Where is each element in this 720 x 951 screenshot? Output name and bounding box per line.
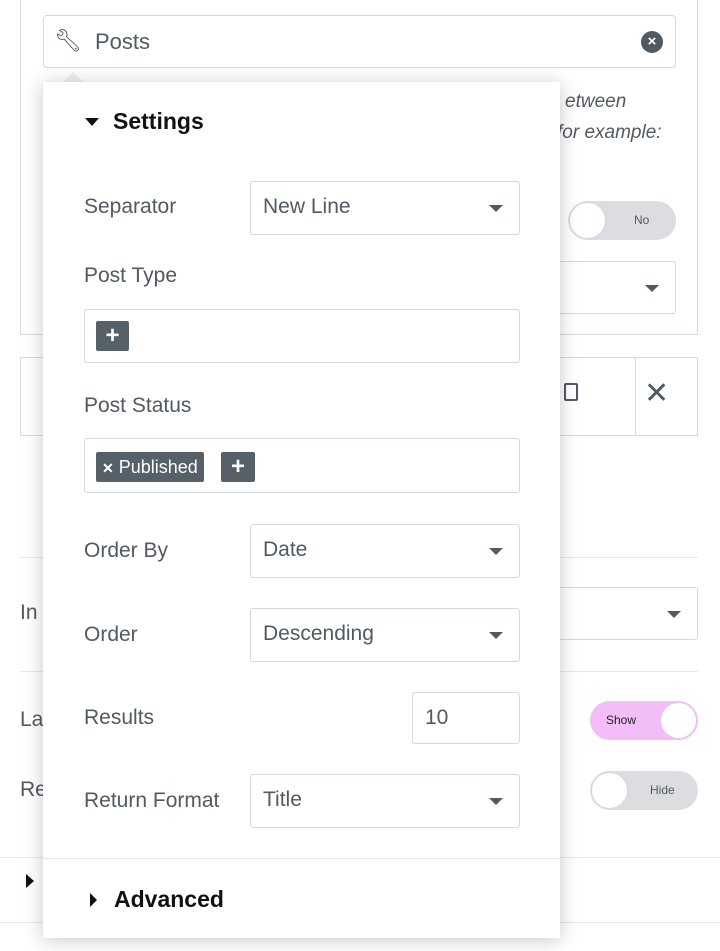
source-field-value: Posts: [95, 29, 151, 54]
order-select[interactable]: Descending: [250, 608, 520, 662]
separator-select[interactable]: New Line: [250, 181, 520, 235]
background-select[interactable]: [540, 261, 676, 314]
separator-label: Separator: [84, 195, 177, 218]
toggle-no[interactable]: No: [568, 201, 676, 240]
close-icon[interactable]: ✕: [644, 376, 669, 411]
description-fragment: for example:: [557, 122, 662, 143]
clear-circle-icon[interactable]: ×: [641, 31, 663, 53]
settings-popover: Settings Separator New Line Post Type + …: [43, 82, 560, 938]
toggle-show[interactable]: Show: [590, 701, 698, 740]
label-la: La: [20, 708, 44, 731]
caret-right-icon: [90, 892, 97, 907]
post-status-label: Post Status: [84, 394, 192, 417]
duplicate-icon[interactable]: [564, 383, 578, 401]
divider: [635, 358, 636, 435]
remove-tag-icon[interactable]: ✕︎: [102, 460, 114, 476]
toggle-hide[interactable]: Hide: [590, 771, 698, 810]
add-post-type-button[interactable]: +: [96, 321, 129, 351]
advanced-section-toggle[interactable]: Advanced: [90, 886, 224, 913]
expand-caret-icon[interactable]: [26, 874, 34, 888]
label-in: In: [20, 601, 38, 624]
order-by-label: Order By: [84, 539, 169, 562]
return-format-label: Return Format: [84, 789, 220, 812]
wrench-icon: 🔧︎: [54, 28, 82, 53]
results-input[interactable]: 10: [412, 692, 520, 744]
order-by-select[interactable]: Date: [250, 524, 520, 578]
post-type-field[interactable]: +: [84, 309, 520, 363]
post-type-label: Post Type: [84, 264, 178, 287]
order-label: Order: [84, 623, 138, 646]
return-format-select[interactable]: Title: [250, 774, 520, 828]
add-post-status-button[interactable]: +: [221, 452, 255, 482]
popup-arrow: [63, 72, 83, 82]
source-field[interactable]: 🔧︎ Posts ×: [43, 15, 676, 68]
post-status-field[interactable]: ✕︎ Published +: [84, 438, 520, 493]
caret-down-icon: [85, 117, 99, 126]
divider: [43, 858, 560, 859]
settings-section-toggle[interactable]: Settings: [85, 108, 204, 135]
input-select[interactable]: [540, 587, 698, 640]
description-fragment: etween: [565, 91, 627, 112]
tag-published[interactable]: ✕︎ Published: [96, 452, 204, 482]
results-label: Results: [84, 706, 155, 729]
